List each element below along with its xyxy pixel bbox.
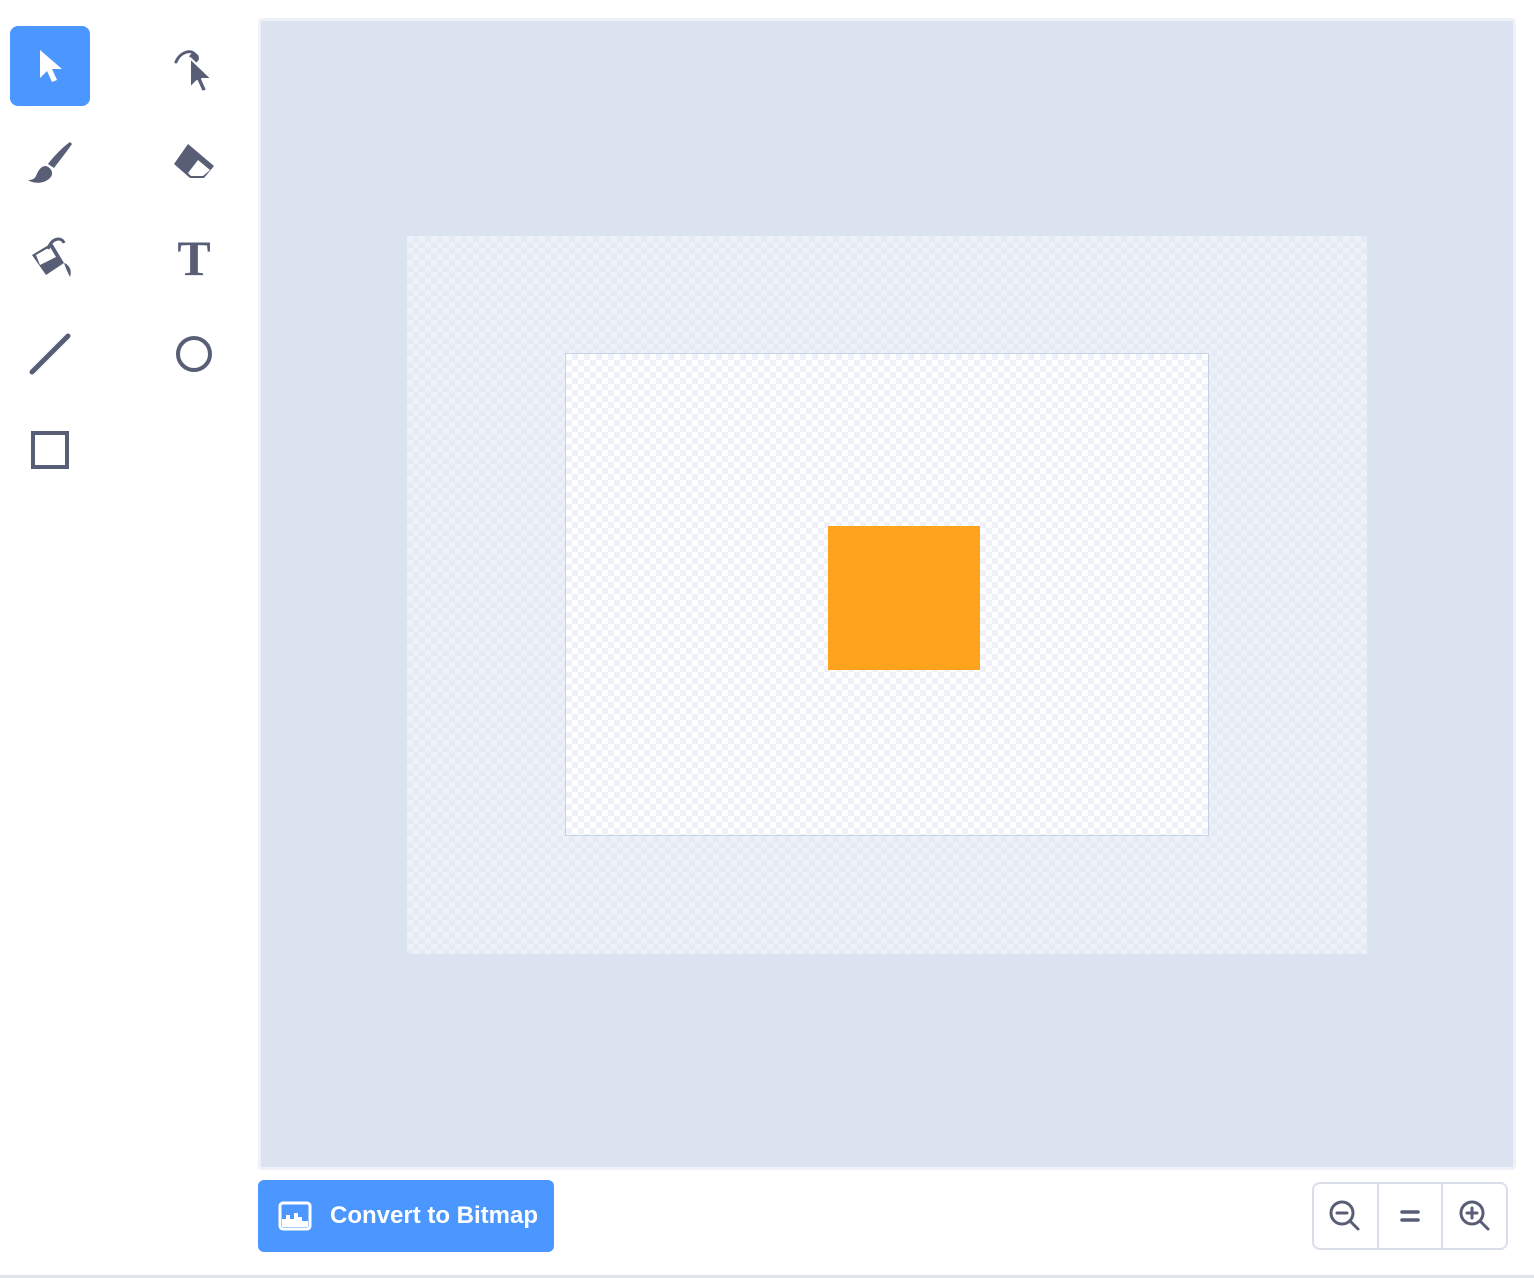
- zoom-out-icon: [1329, 1200, 1360, 1231]
- zoom-controls: [1312, 1182, 1508, 1250]
- tool-line-button[interactable]: [10, 314, 90, 394]
- zoom-in-icon: [1459, 1200, 1490, 1231]
- eraser-icon: [174, 144, 214, 178]
- tool-brush-button[interactable]: [10, 122, 90, 202]
- tool-circle-button[interactable]: [154, 314, 234, 394]
- tool-rectangle-button[interactable]: [10, 410, 90, 490]
- fill-bucket-icon: [32, 237, 71, 277]
- zoom-reset-button[interactable]: [1376, 1184, 1442, 1248]
- reshape-icon: [174, 50, 213, 93]
- select-arrow-icon: [40, 50, 62, 82]
- text-icon: T: [177, 230, 211, 286]
- bitmap-image-icon: [278, 1201, 312, 1231]
- orange-rectangle-shape[interactable]: [828, 526, 980, 670]
- zoom-in-button[interactable]: [1441, 1184, 1506, 1248]
- rectangle-icon: [31, 431, 69, 469]
- line-icon: [29, 333, 71, 375]
- tool-eraser-button[interactable]: [154, 122, 234, 202]
- brush-icon: [28, 142, 72, 183]
- circle-icon: [176, 336, 212, 372]
- tool-reshape-button[interactable]: [154, 26, 234, 106]
- tool-select-button[interactable]: [10, 26, 90, 106]
- convert-to-bitmap-button[interactable]: Convert to Bitmap: [258, 1180, 554, 1252]
- zoom-reset-icon: [1400, 1210, 1420, 1222]
- convert-to-bitmap-label: Convert to Bitmap: [330, 1202, 539, 1229]
- zoom-out-button[interactable]: [1314, 1184, 1377, 1248]
- tool-text-button[interactable]: T: [154, 218, 234, 298]
- tool-fill-button[interactable]: [10, 218, 90, 298]
